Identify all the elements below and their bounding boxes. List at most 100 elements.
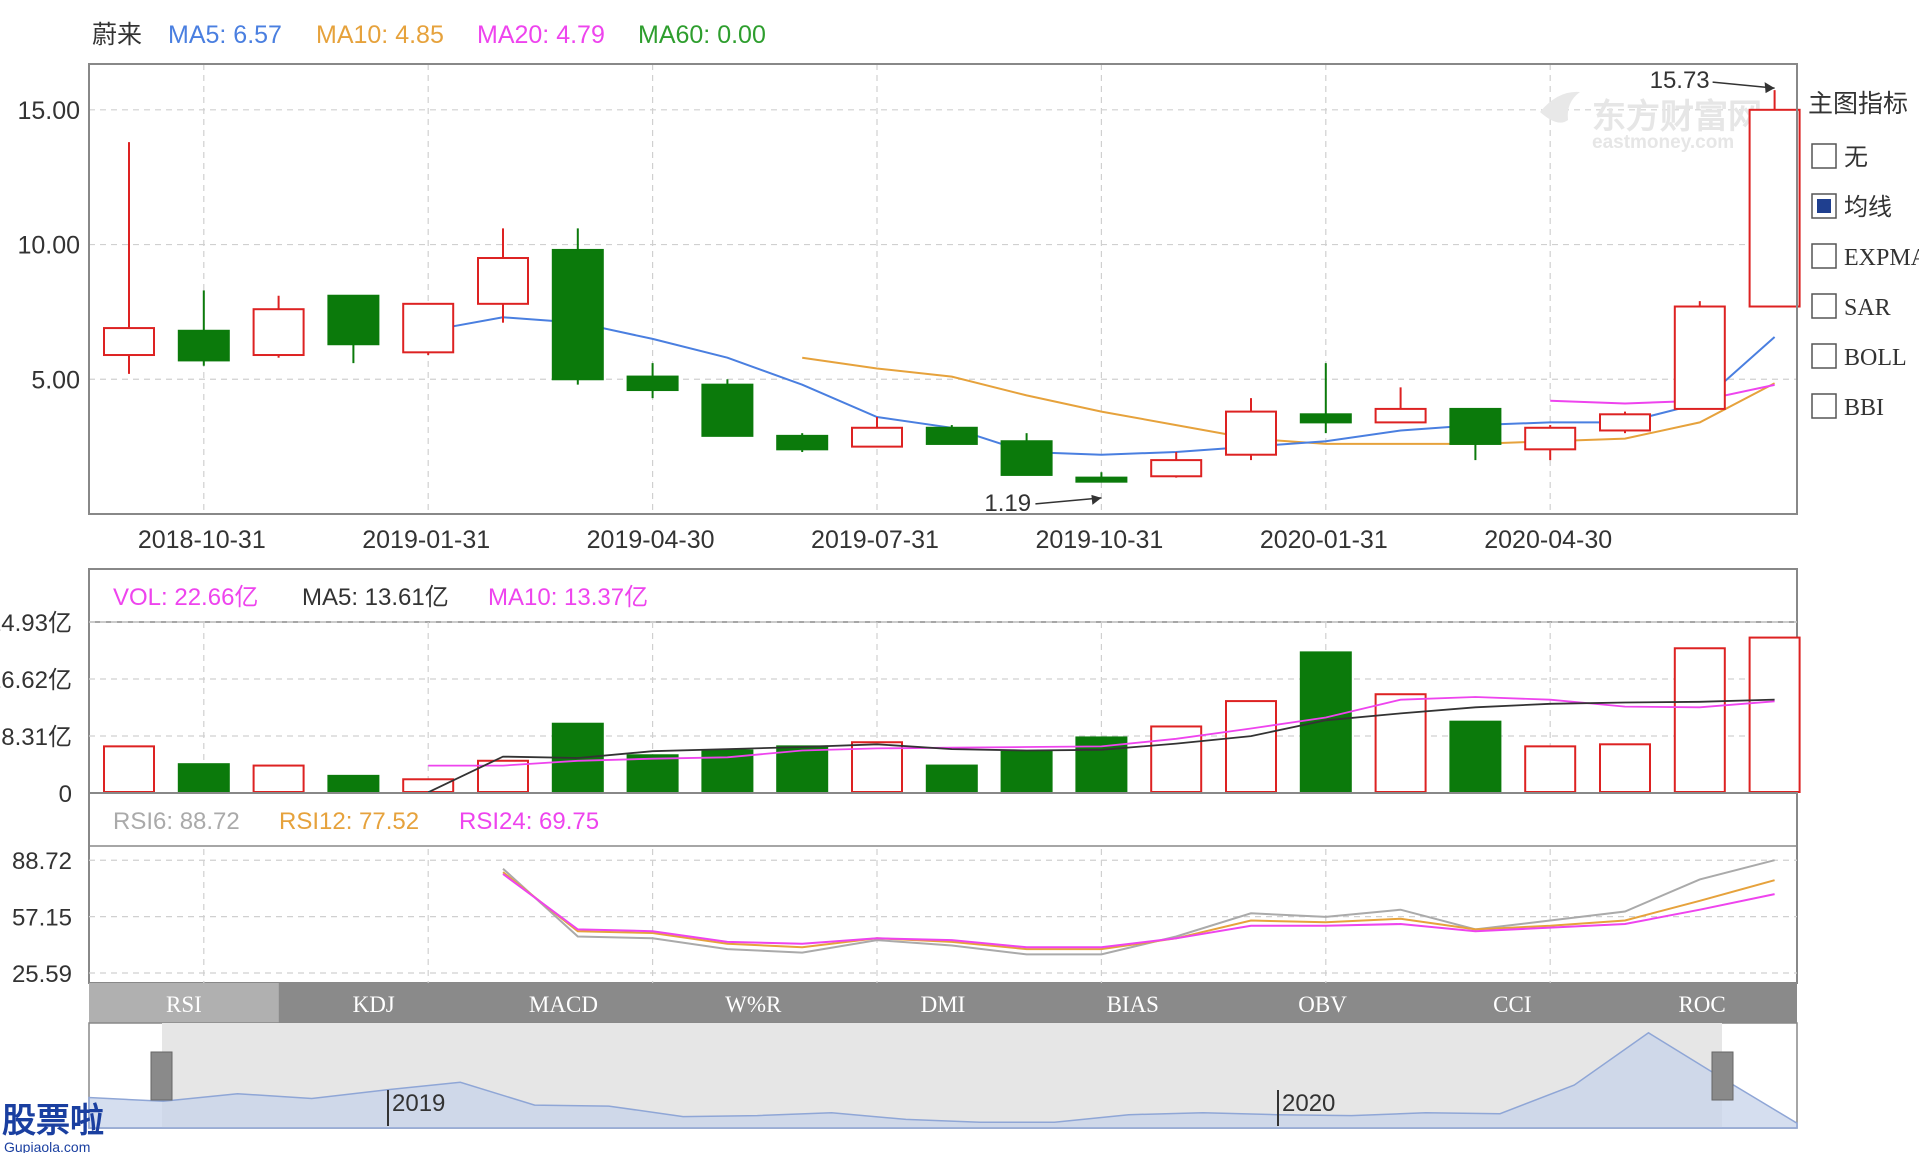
candle [177,290,230,366]
main-price-panel: 东方财富网 eastmoney.com 15.73 1.19 15.00 10.00… [17,63,1801,554]
volume-bar [252,764,305,793]
volume-bar [925,764,978,793]
tab-bias[interactable]: BIAS [1107,992,1159,1017]
volume-axis: 24.93亿 16.62亿 8.31亿 0 [0,610,72,808]
price-tick-label: 5.00 [31,366,80,394]
candle [1748,90,1801,308]
indicator-option-label: EXPMA [1844,245,1919,271]
indicator-option-bbi[interactable]: BBI [1811,393,1884,421]
candle-body [1524,426,1577,451]
navigator-left-handle[interactable] [150,1051,173,1101]
tab-roc[interactable]: ROC [1678,992,1725,1017]
rsi6-line [502,859,1775,956]
tab-macd[interactable]: MACD [529,992,598,1017]
rsi-lines [502,859,1775,956]
tab-dmi[interactable]: DMI [921,992,966,1017]
indicator-checkbox [1811,143,1837,169]
indicator-option-boll[interactable]: BOLL [1811,343,1907,371]
tab-label: DMI [921,992,966,1017]
rsi24-line [502,873,1775,949]
candle-body [1599,413,1651,432]
tab-kdj[interactable]: KDJ [353,992,395,1017]
volume-bar [1673,647,1726,793]
candle [1225,398,1277,461]
candle-body [477,257,529,305]
high-annotation-arrowhead [1764,82,1775,94]
high-annotation-label: 15.73 [1650,67,1710,94]
tab-obv[interactable]: OBV [1298,992,1347,1017]
ma20-label: MA20: 4.79 [477,21,605,49]
indicator-tab-bar: RSI KDJ MACD W%R DMI BIAS OBV CCI ROC [89,983,1797,1023]
volume-bar [177,763,230,794]
rsi-grid [89,849,1797,983]
indicator-option-sar[interactable]: SAR [1811,293,1891,321]
candle-body [327,294,380,346]
date-tick-label: 2019-07-31 [811,526,939,554]
date-tick-label: 2019-10-31 [1035,526,1163,554]
rsi-axis: 88.72 57.15 25.59 [12,848,72,988]
ma10-label: MA10: 4.85 [316,21,444,49]
rsi12-label: RSI12: 77.52 [279,808,419,835]
candle-body [1299,413,1352,424]
range-navigator: 2019 2020 [88,1022,1798,1129]
footer-logo-en: Gupiaola.com [4,1139,90,1153]
candle [402,302,455,356]
low-annotation-arrowhead [1091,494,1102,505]
tab-label: W%R [725,992,782,1017]
price-axis: 15.00 10.00 5.00 [17,97,80,394]
candle-body [551,248,604,381]
rsi6-label: RSI6: 88.72 [113,808,240,835]
vol-ma10-label: MA10: 13.37亿 [488,584,648,611]
candle [1075,472,1128,483]
candle [327,294,380,364]
indicator-option-均线[interactable]: 均线 [1811,193,1892,221]
indicator-panel: 主图指标 无均线 EXPMA SAR BOLL BBI [1808,90,1919,421]
date-tick-label: 2019-04-30 [587,526,715,554]
candle-body [1748,108,1801,308]
navigator-right-handle[interactable] [1711,1051,1734,1101]
tab-label: CCI [1493,992,1531,1017]
watermark-brand-cn: 东方财富网 [1592,97,1762,136]
indicator-title: 主图指标 [1808,90,1908,118]
indicator-checkbox [1811,293,1837,319]
volume-bar [103,745,155,794]
candle [103,142,155,374]
rsi-panel: RSI6: 88.72 RSI12: 77.52 RSI24: 69.75 88… [12,792,1798,988]
tab-label: ROC [1678,992,1725,1017]
candle-body [1673,305,1726,410]
tab-wpctr[interactable]: W%R [725,992,782,1017]
rsi-tick-label: 88.72 [12,848,72,875]
candle [1299,363,1352,434]
rsi-tick-label: 25.59 [12,961,72,988]
volume-tick-label: 0 [59,781,72,808]
candle-body [1225,410,1277,456]
indicator-option-label: BOLL [1844,345,1907,371]
volume-bar [327,774,380,794]
price-tick-label: 15.00 [17,97,80,125]
low-annotation-label: 1.19 [984,490,1031,517]
candle [252,295,305,358]
watermark-brand-en: eastmoney.com [1592,132,1734,153]
tab-label: BIAS [1107,992,1159,1017]
volume-bar [1000,750,1053,794]
candle [1673,301,1726,410]
tab-cci[interactable]: CCI [1493,992,1531,1017]
volume-bar [1449,720,1502,793]
tab-rsi[interactable]: RSI [89,983,279,1023]
candle [851,416,903,448]
indicator-option-无[interactable]: 无 [1811,143,1868,171]
low-annotation-arrow [1035,497,1102,505]
checkbox-check-mark [1817,199,1831,213]
tab-label: MACD [529,992,598,1017]
navigator-year-2020: 2020 [1282,1090,1335,1117]
volume-bar [402,778,455,794]
date-axis: 2018-10-31 2019-01-31 2019-04-30 2019-07-31… [138,526,1612,554]
indicator-option-expma[interactable]: EXPMA [1811,243,1919,271]
volume-bar [1599,743,1651,793]
candle-body [252,308,305,357]
volume-bar [1374,693,1427,793]
footer-logo: 股票啦 Gupiaola.com [2,1102,104,1153]
candle [925,425,978,445]
volume-tick-label: 8.31亿 [1,724,72,751]
candle [477,228,529,323]
